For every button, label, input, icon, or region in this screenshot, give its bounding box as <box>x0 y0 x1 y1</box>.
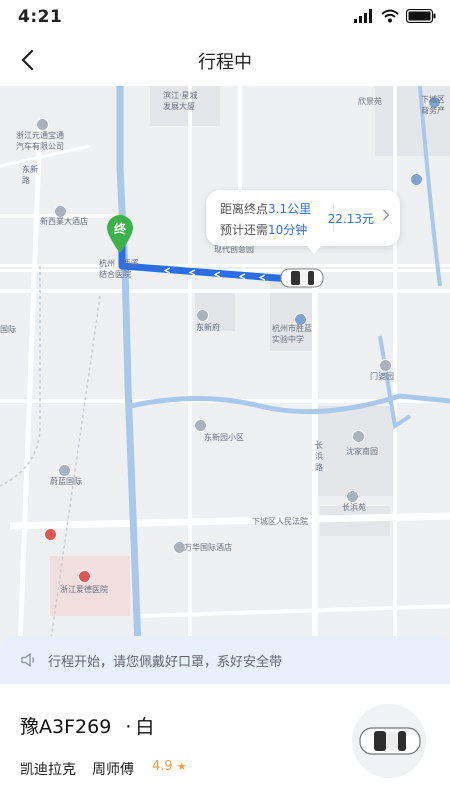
map-label: 门婆园 <box>370 372 394 381</box>
notice-text: 行程开始，请您佩戴好口罩，系好安全带 <box>48 655 283 670</box>
map-label: 浙江元通宝通 汽车有限公司 <box>16 131 64 151</box>
car-color: 白 <box>135 716 155 738</box>
car-location-icon <box>279 266 325 290</box>
car-image <box>352 704 426 778</box>
status-time: 4:21 <box>18 7 63 27</box>
distance-line: 距离终点3.1公里 <box>220 200 311 217</box>
status-bar: 4:21 <box>0 0 450 34</box>
map-view[interactable]: 滨江·星城 发展大厦 欣景苑 下城区 商务产 浙江元通宝通 汽车有限公司 东新 … <box>0 86 450 646</box>
rating-value: 4.9 <box>152 759 173 774</box>
page-title: 行程中 <box>198 52 252 73</box>
map-label: 国际 <box>0 325 16 334</box>
map-label: 欣景苑 <box>358 97 382 106</box>
status-icons <box>354 9 436 23</box>
poi-icon <box>78 570 91 583</box>
destination-pin-icon: 终 <box>105 214 135 254</box>
poi-icon <box>196 309 209 322</box>
eta-line: 预计还需10分钟 <box>220 221 307 238</box>
route-info-bubble[interactable]: 距离终点3.1公里 预计还需10分钟 22.13元 <box>206 190 400 254</box>
map-label: 万华国际酒店 <box>184 543 232 552</box>
driver-name: 周师傅 <box>92 762 134 778</box>
eta-value: 10分钟 <box>268 223 308 237</box>
map-label: 东新府 <box>196 323 220 332</box>
poi-icon <box>44 528 57 541</box>
wifi-icon <box>381 9 399 23</box>
map-label: 滨江·星城 发展大厦 <box>163 91 198 111</box>
eta-prefix: 预计还需 <box>220 223 269 237</box>
map-label: 沈家南园 <box>346 447 378 456</box>
map-label: 东新园小区 <box>204 433 244 442</box>
speaker-icon <box>21 653 35 667</box>
nav-bar: 行程中 <box>0 34 450 86</box>
trip-screen: 4:21 行程中 滨江·星城 发展大厦 欣景苑 下城区 商务产 浙江元通宝通 汽… <box>0 0 450 800</box>
map-label: 下城区人民法院 <box>252 517 308 526</box>
destination-label: 终 <box>113 222 126 236</box>
distance-value: 3.1公里 <box>268 202 312 216</box>
poi-icon <box>352 430 365 443</box>
driver-rating: 4.9 ★ <box>152 759 187 774</box>
license-plate: 豫A3F269 · 白 <box>20 712 154 739</box>
driver-panel: 豫A3F269 · 白 凯迪拉克 周师傅 4.9 ★ <box>0 684 450 800</box>
map-label: 蔚蓝国际 <box>50 477 82 486</box>
map-label: 下城区 商务产 <box>421 95 445 115</box>
map-label: 浙江爱德医院 <box>60 585 108 594</box>
chevron-right-icon <box>382 209 390 224</box>
map-label: 杭州市胜蓝 实验中学 <box>272 324 312 344</box>
signal-icon <box>354 9 372 23</box>
car-model: 凯迪拉克 <box>20 762 76 778</box>
fare-price[interactable]: 22.13元 <box>328 210 374 227</box>
map-label: 长浜苑 <box>342 503 366 512</box>
battery-icon <box>406 9 436 23</box>
distance-prefix: 距离终点 <box>220 202 269 216</box>
map-label: 长 浜 路 <box>315 441 323 472</box>
map-label: 杭州 西溪 结合医院 <box>99 259 139 279</box>
star-icon: ★ <box>176 760 187 773</box>
poi-icon <box>194 419 207 432</box>
safety-notice: 行程开始，请您佩戴好口罩，系好安全带 <box>0 636 450 684</box>
plate-separator: · <box>125 716 132 738</box>
poi-icon <box>410 173 423 186</box>
map-label: 新西業大酒店 <box>40 217 88 226</box>
plate-number: 豫A3F269 <box>20 716 112 738</box>
map-label: 东新 路 <box>22 165 38 185</box>
